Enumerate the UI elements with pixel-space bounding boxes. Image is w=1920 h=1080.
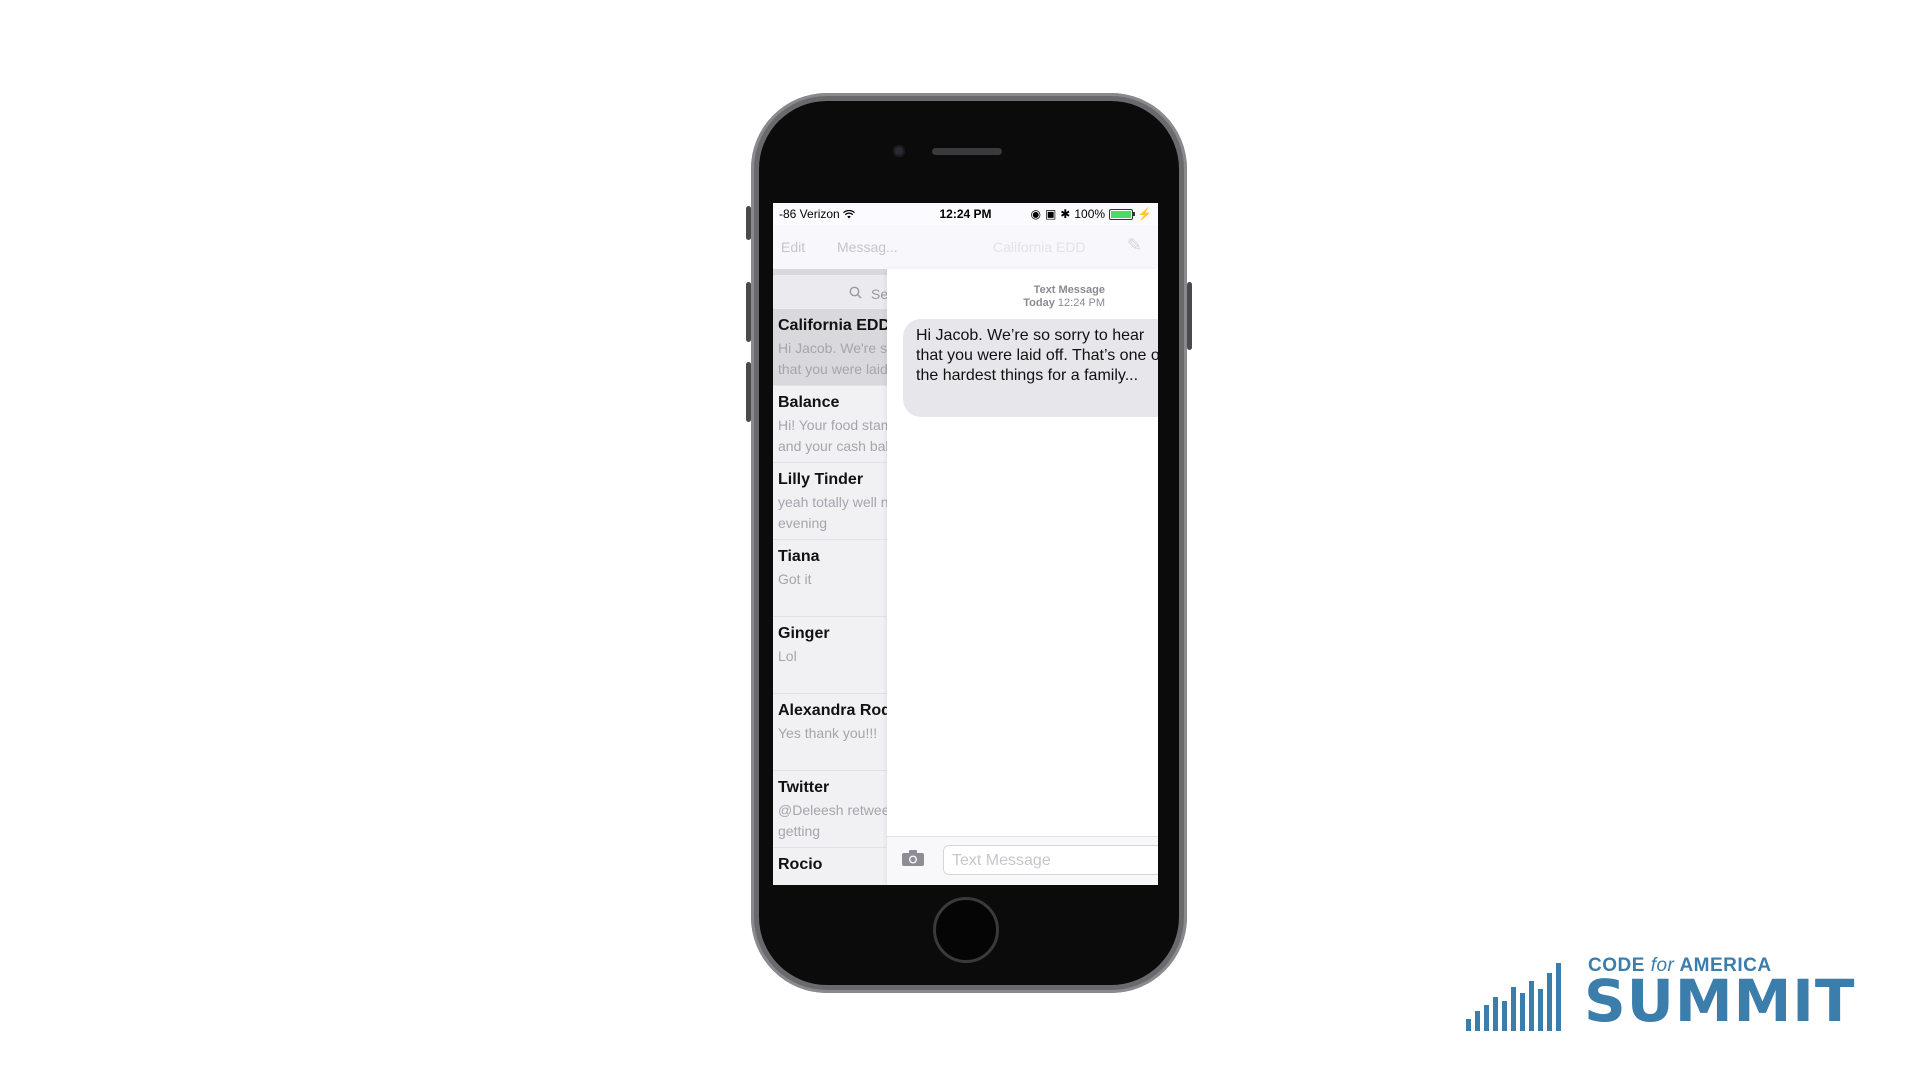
lock-rotation-icon: ◉: [1030, 207, 1041, 221]
code-for-america-summit-logo: CODE for AMERICA SUMMIT: [1466, 955, 1854, 1035]
conversation-name: Twitter: [778, 779, 830, 796]
message-meta: Text Message Today 12:24 PM: [887, 284, 1105, 310]
bar-graph-logo-icon: [1466, 963, 1561, 1031]
list-item[interactable]: Rocio: [773, 848, 887, 885]
edit-button[interactable]: Edit: [781, 239, 805, 255]
volume-down-button: [746, 362, 751, 422]
status-right: ◉ ▣ ✱ 100% ⚡: [1030, 207, 1152, 221]
search-icon: [849, 286, 862, 302]
earpiece-speaker: [932, 148, 1002, 155]
list-item[interactable]: Lilly Tinder yeah totally well need an e…: [773, 463, 887, 540]
airplay-icon: ▣: [1044, 207, 1057, 221]
message-bubble: Hi Jacob. We’re so sorry to hear that yo…: [903, 319, 1158, 417]
search-placeholder: Se: [871, 286, 887, 302]
front-camera: [893, 145, 905, 157]
message-thread: Text Message Today 12:24 PM Hi Jacob. We…: [887, 269, 1158, 885]
conversation-preview: @Deleesh retweeted Imagine getting: [778, 802, 887, 839]
message-type-label: Text Message: [1033, 284, 1105, 296]
conversation-preview: Got it: [778, 571, 812, 587]
conversation-name: California EDD: [778, 317, 887, 334]
conversation-preview: Lol: [778, 648, 797, 664]
volume-up-button: [746, 282, 751, 342]
mute-switch: [746, 206, 751, 240]
conversation-preview: Hi Jacob. We're so sorry to hear that yo…: [778, 340, 887, 377]
conversation-name: Rocio: [778, 856, 823, 873]
home-button[interactable]: [933, 897, 999, 963]
phone-screen: -86 Verizon 12:24 PM ◉ ▣ ✱ 100% ⚡ Edit M…: [773, 203, 1158, 885]
messages-title: Messag...: [837, 239, 898, 255]
camera-icon[interactable]: [901, 849, 925, 873]
search-bar[interactable]: Se: [773, 269, 887, 309]
conversation-name: Balance: [778, 394, 840, 411]
conversation-title: California EDD: [993, 239, 1086, 255]
list-item[interactable]: California EDD Hi Jacob. We're so sorry …: [773, 309, 887, 386]
conversation-name: Ginger: [778, 625, 830, 642]
power-button: [1187, 282, 1192, 350]
conversation-preview: yeah totally well need an evening: [778, 494, 887, 531]
conversation-name: Tiana: [778, 548, 820, 565]
conversation-name: Lilly Tinder: [778, 471, 864, 488]
conversation-list: Se California EDD Hi Jacob. We're so sor…: [773, 269, 887, 885]
message-timestamp: Today 12:24 PM: [1023, 297, 1105, 309]
bluetooth-icon: ✱: [1060, 207, 1071, 221]
message-input[interactable]: Text Message: [943, 845, 1158, 875]
list-item[interactable]: Alexandra Rodriguez Yes thank you!!!: [773, 694, 887, 771]
list-item[interactable]: Twitter @Deleesh retweeted Imagine getti…: [773, 771, 887, 848]
list-item[interactable]: Ginger Lol: [773, 617, 887, 694]
battery-percent: 100%: [1074, 207, 1106, 221]
conversation-preview: Hi! Your food stamps balance and your ca…: [778, 417, 887, 454]
battery-icon: [1109, 208, 1136, 220]
logo-wordmark: SUMMIT: [1584, 967, 1856, 1035]
conversation-preview: Yes thank you!!!: [778, 725, 878, 741]
conversation-name: Alexandra Rodriguez: [778, 702, 887, 719]
list-item[interactable]: Tiana Got it: [773, 540, 887, 617]
charging-icon: ⚡: [1137, 207, 1152, 221]
list-item[interactable]: Balance Hi! Your food stamps balance and…: [773, 386, 887, 463]
compose-icon[interactable]: ✎: [1127, 235, 1142, 256]
nav-bar: Edit Messag... California EDD ✎: [773, 225, 1158, 269]
composer-bar: Text Message: [887, 836, 1158, 885]
status-bar: -86 Verizon 12:24 PM ◉ ▣ ✱ 100% ⚡: [773, 203, 1158, 225]
